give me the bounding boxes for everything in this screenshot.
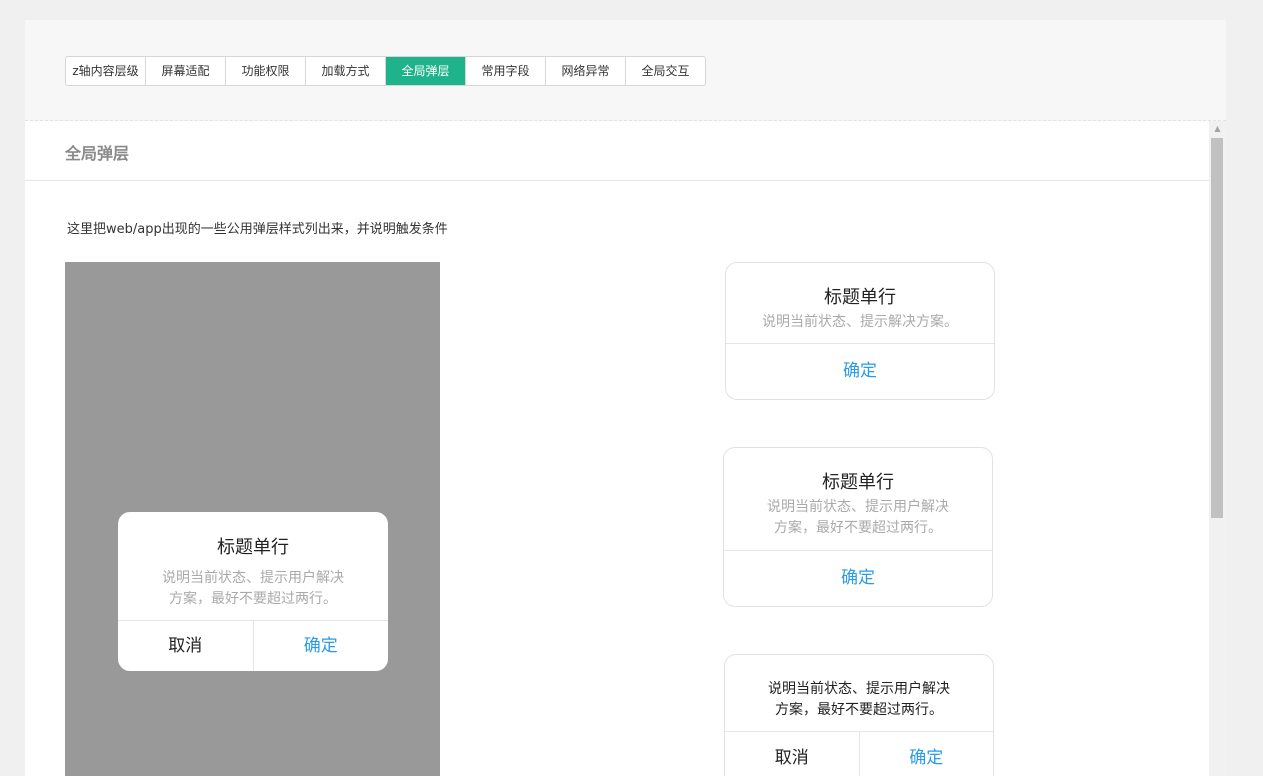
dialog-buttons: 取消 确定	[118, 620, 388, 671]
sample-dialog-message-line-2: 方案，最好不要超过两行。	[774, 520, 942, 536]
sample-dialog-message-line-1: 说明当前状态、提示用户解决	[767, 499, 949, 515]
tab-bar: z轴内容层级 屏幕适配 功能权限 加载方式 全局弹层 常用字段 网络异常 全局交…	[65, 56, 706, 86]
phone-mask-preview: 标题单行 说明当前状态、提示用户解决 方案，最好不要超过两行。 取消 确定	[65, 262, 440, 776]
sample-dialog-message-line-1: 说明当前状态、提示用户解决	[768, 681, 950, 697]
tab-global-popup[interactable]: 全局弹层	[386, 57, 466, 85]
tab-screen-adaptation[interactable]: 屏幕适配	[146, 57, 226, 85]
vertical-scrollbar[interactable]: ▲	[1209, 121, 1226, 776]
sample-dialog-title: 标题单行	[822, 472, 894, 493]
section-header: 全局弹层	[25, 121, 1209, 181]
dialog-message-line-1: 说明当前状态、提示用户解决	[162, 570, 344, 586]
tab-global-interaction[interactable]: 全局交互	[626, 57, 705, 85]
cancel-button[interactable]: 取消	[118, 621, 254, 671]
sample-dialog-buttons: 确定	[724, 550, 992, 606]
sample-dialog-message-line-2: 方案，最好不要超过两行。	[775, 702, 943, 718]
cancel-button[interactable]: 取消	[725, 732, 860, 776]
section-title: 全局弹层	[65, 144, 130, 163]
scroll-thumb[interactable]	[1211, 138, 1223, 518]
confirm-button[interactable]: 确定	[726, 344, 994, 399]
tab-common-fields[interactable]: 常用字段	[466, 57, 546, 85]
confirm-button[interactable]: 确定	[724, 551, 992, 606]
tab-loading-methods[interactable]: 加载方式	[306, 57, 386, 85]
tabs-area: z轴内容层级 屏幕适配 功能权限 加载方式 全局弹层 常用字段 网络异常 全局交…	[25, 20, 1226, 121]
confirm-button[interactable]: 确定	[860, 732, 994, 776]
sample-dialog-buttons: 取消 确定	[725, 731, 993, 776]
sample-dialog-message: 说明当前状态、提示用户解决 方案，最好不要超过两行。	[724, 497, 992, 539]
dialog-message: 说明当前状态、提示用户解决 方案，最好不要超过两行。	[118, 568, 388, 610]
sample-dialog-message: 说明当前状态、提示解决方案。	[762, 314, 958, 330]
sample-dialog-two-line: 标题单行 说明当前状态、提示用户解决 方案，最好不要超过两行。 确定	[723, 447, 993, 607]
scroll-up-arrow-icon[interactable]: ▲	[1209, 121, 1226, 137]
sample-dialog-single-line: 标题单行 说明当前状态、提示解决方案。 确定	[725, 262, 995, 400]
sample-dialog-title: 标题单行	[824, 287, 896, 308]
section-description: 这里把web/app出现的一些公用弹层样式列出来，并说明触发条件	[67, 222, 448, 237]
dialog-title: 标题单行	[217, 537, 289, 558]
tab-function-permissions[interactable]: 功能权限	[226, 57, 306, 85]
tab-z-axis-levels[interactable]: z轴内容层级	[66, 57, 146, 85]
sample-dialog-message: 说明当前状态、提示用户解决 方案，最好不要超过两行。	[725, 679, 993, 721]
sample-dialog-buttons: 确定	[726, 343, 994, 399]
page-container: z轴内容层级 屏幕适配 功能权限 加载方式 全局弹层 常用字段 网络异常 全局交…	[25, 20, 1226, 776]
sample-dialog-no-title: 说明当前状态、提示用户解决 方案，最好不要超过两行。 取消 确定	[724, 654, 994, 776]
tab-network-errors[interactable]: 网络异常	[546, 57, 626, 85]
phone-dialog: 标题单行 说明当前状态、提示用户解决 方案，最好不要超过两行。 取消 确定	[118, 512, 388, 671]
confirm-button[interactable]: 确定	[254, 621, 389, 671]
dialog-message-line-2: 方案，最好不要超过两行。	[169, 591, 337, 607]
